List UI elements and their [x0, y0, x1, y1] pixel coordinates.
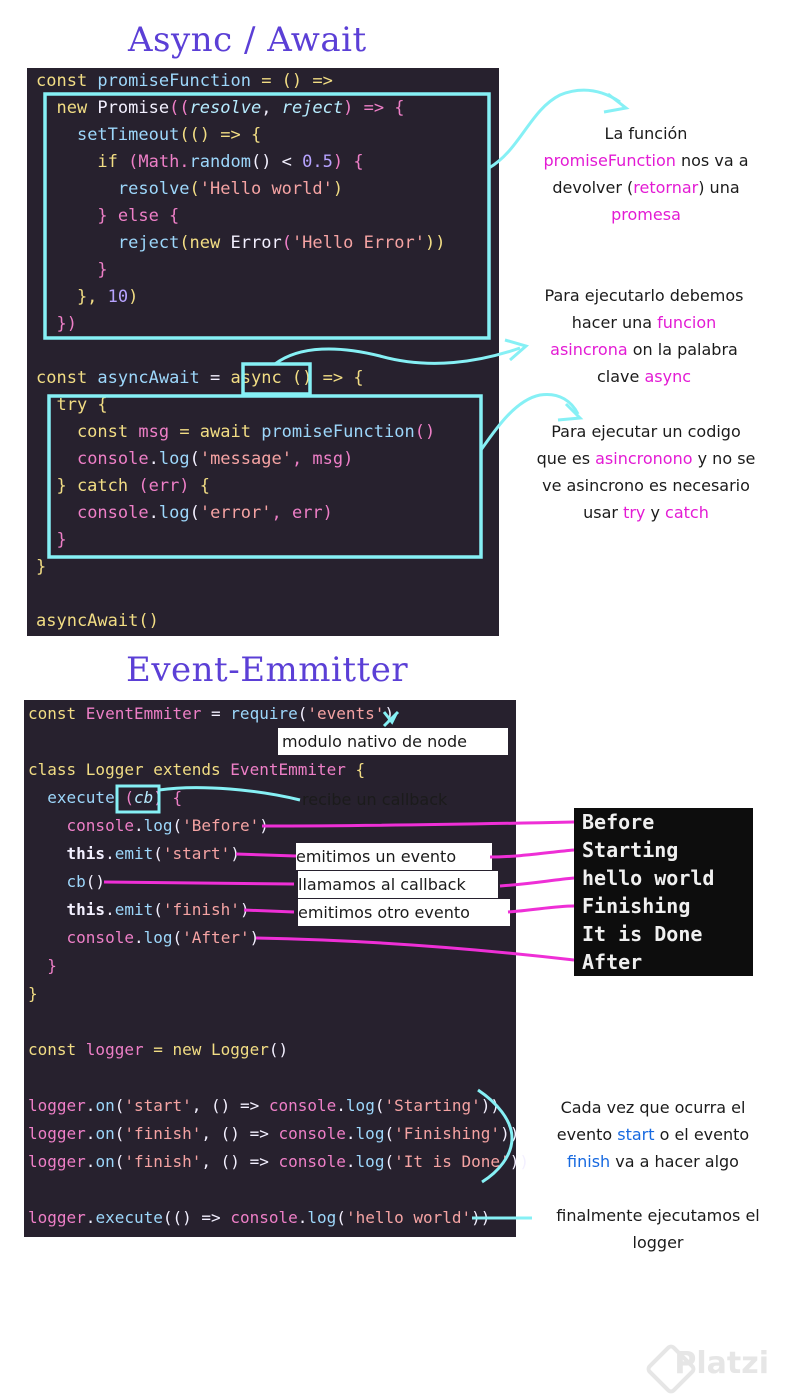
async-keyword-box: [241, 362, 312, 396]
arrow-async-annotation: [274, 346, 521, 366]
annotation-overlay: [43, 88, 630, 1220]
connector-emit-finish: [243, 908, 295, 914]
on-events-brace: [477, 1088, 514, 1184]
connector-after: [255, 936, 575, 962]
platzi-watermark: Platzi: [674, 1346, 769, 1381]
callback-connector: [158, 786, 301, 802]
promise-highlight-box: [43, 92, 491, 340]
arrow-native-module: [382, 710, 400, 728]
connector-starting: [489, 848, 575, 859]
cb-param-box: [115, 784, 161, 814]
connector-before: [261, 820, 575, 828]
connector-hello: [499, 876, 575, 888]
try-catch-highlight-box: [47, 394, 483, 559]
arrow-promise-annotation: [488, 88, 621, 170]
arrow-try-annotation: [479, 392, 580, 451]
connector-cb: [103, 880, 295, 886]
connector-finishing: [507, 904, 575, 914]
connector-emit-start: [235, 852, 297, 858]
